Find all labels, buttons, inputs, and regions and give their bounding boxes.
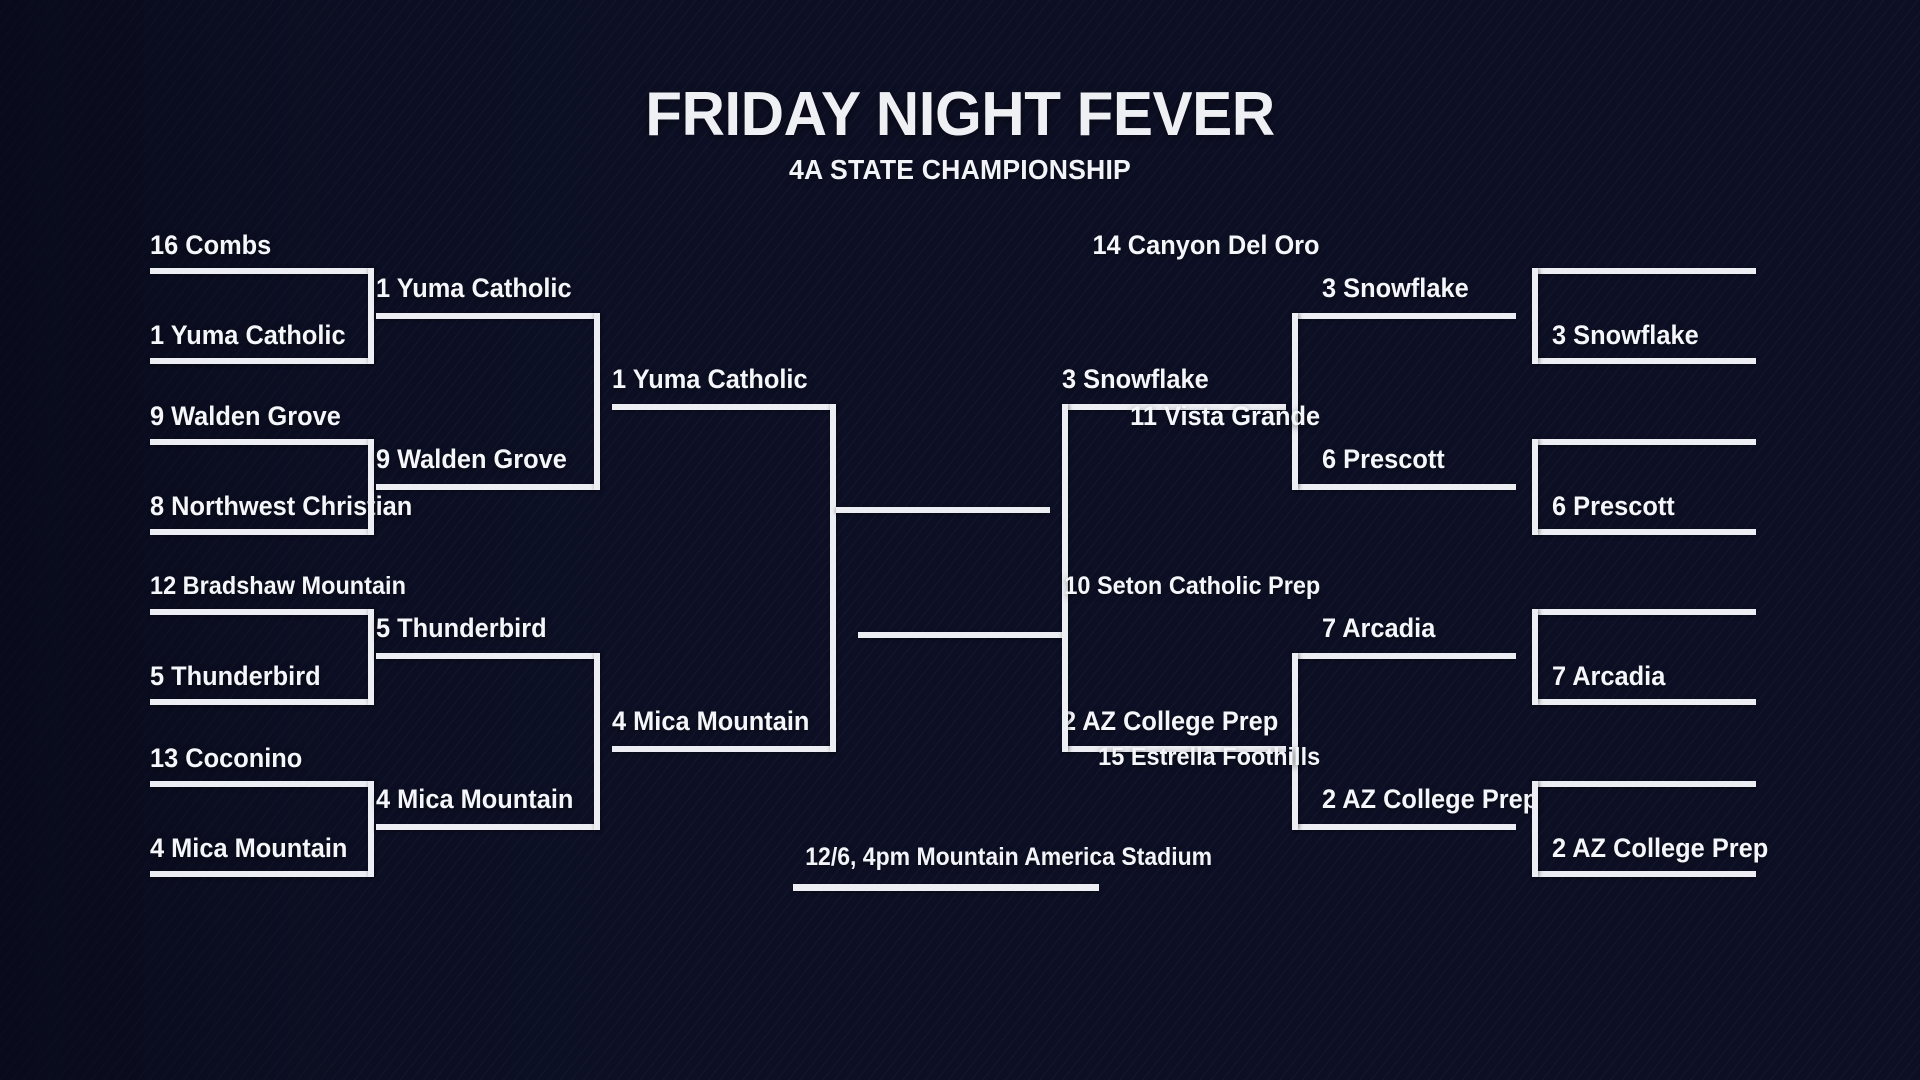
right-r1-m3-bottom-team[interactable]: 2 AZ College Prep (1552, 835, 1768, 862)
page-subtitle: 4A STATE CHAMPIONSHIP (789, 154, 1131, 185)
left-r1-m3-connector (368, 781, 374, 877)
left-r1-m0-top-team[interactable]: 16 Combs (150, 232, 271, 259)
right-r2-m0-bottom-team[interactable]: 6 Prescott (1322, 446, 1445, 473)
left-r3-top-team[interactable]: 1 Yuma Catholic (612, 366, 808, 393)
header: FRIDAY NIGHT FEVER 4A STATE CHAMPIONSHIP (0, 84, 1920, 184)
right-r1-m2-top-rule (1532, 609, 1756, 615)
right-r1-m1-top-rule (1532, 439, 1756, 445)
right-r1-m0-top-rule (1532, 268, 1756, 274)
right-r2-m1-top-rule (1292, 653, 1516, 659)
left-r2-m0-connector (594, 313, 600, 490)
left-r2-m1-top-rule (376, 653, 600, 659)
championship-slot-right-rule (858, 632, 1062, 638)
left-r1-m2-bottom-rule (150, 699, 374, 705)
left-r2-m0-top-rule (376, 313, 600, 319)
left-r2-m0-bottom-rule (376, 484, 600, 490)
right-r1-m0-top-team[interactable]: 14 Canyon Del Oro (1093, 232, 1320, 259)
left-r2-m1-bottom-rule (376, 824, 600, 830)
right-r1-m2-bottom-team[interactable]: 7 Arcadia (1552, 663, 1665, 690)
left-r1-m3-top-rule (150, 781, 374, 787)
left-r1-m2-top-rule (150, 609, 374, 615)
left-r1-m0-top-rule (150, 268, 374, 274)
right-r1-m2-bottom-rule (1532, 699, 1756, 705)
left-r1-m3-bottom-rule (150, 871, 374, 877)
final-game-text: 12/6, 4pm Mountain America Stadium (805, 843, 1213, 871)
right-r1-m3-bottom-rule (1532, 871, 1756, 877)
page-title: FRIDAY NIGHT FEVER (645, 80, 1275, 149)
left-r2-m1-connector (594, 653, 600, 830)
left-r1-m2-bottom-team[interactable]: 5 Thunderbird (150, 663, 321, 690)
left-r1-m2-top-team[interactable]: 12 Bradshaw Mountain (150, 574, 406, 599)
right-r2-m1-bottom-rule (1292, 824, 1516, 830)
left-r2-m1-bottom-team[interactable]: 4 Mica Mountain (376, 786, 573, 813)
right-r2-m0-top-team[interactable]: 3 Snowflake (1322, 275, 1469, 302)
left-r2-m0-top-team[interactable]: 1 Yuma Catholic (376, 275, 572, 302)
right-r1-m3-top-team[interactable]: 15 Estrella Foothills (1098, 745, 1320, 770)
right-r3-bottom-team[interactable]: 2 AZ College Prep (1062, 708, 1278, 735)
right-r1-m2-connector (1532, 609, 1538, 705)
left-r1-m2-connector (368, 609, 374, 705)
right-r2-m0-top-rule (1292, 313, 1516, 319)
right-r1-m0-bottom-rule (1532, 358, 1756, 364)
left-r1-m1-top-team[interactable]: 9 Walden Grove (150, 403, 341, 430)
left-r1-m0-bottom-rule (150, 358, 374, 364)
right-r2-m0-bottom-rule (1292, 484, 1516, 490)
right-r2-m1-top-team[interactable]: 7 Arcadia (1322, 615, 1435, 642)
left-r1-m0-connector (368, 268, 374, 364)
right-r1-m2-top-team[interactable]: 10 Seton Catholic Prep (1064, 574, 1320, 599)
championship-slot-left-rule (836, 507, 1050, 513)
right-r2-m1-bottom-team[interactable]: 2 AZ College Prep (1322, 786, 1538, 813)
left-r1-m1-bottom-rule (150, 529, 374, 535)
right-r1-m0-bottom-team[interactable]: 3 Snowflake (1552, 322, 1699, 349)
right-r3-top-team[interactable]: 3 Snowflake (1062, 366, 1209, 393)
left-r1-m3-bottom-team[interactable]: 4 Mica Mountain (150, 835, 347, 862)
right-r1-m3-top-rule (1532, 781, 1756, 787)
right-r1-m3-connector (1532, 781, 1538, 877)
final-game-rule (793, 884, 1099, 891)
left-r1-m3-top-team[interactable]: 13 Coconino (150, 745, 302, 772)
right-r1-m0-connector (1532, 268, 1538, 364)
left-r3-top-rule (612, 404, 836, 410)
right-r1-m1-top-team[interactable]: 11 Vista Grande (1130, 403, 1320, 430)
right-r2-m1-connector (1292, 653, 1298, 830)
right-r1-m1-bottom-team[interactable]: 6 Prescott (1552, 493, 1675, 520)
final-game-info: 12/6, 4pm Mountain America Stadium (793, 843, 1213, 891)
bracket-graphic: FRIDAY NIGHT FEVER 4A STATE CHAMPIONSHIP… (0, 0, 1920, 1080)
left-r1-m1-top-rule (150, 439, 374, 445)
left-r1-m1-connector (368, 439, 374, 535)
left-r3-bottom-team[interactable]: 4 Mica Mountain (612, 708, 809, 735)
left-r3-connector (830, 404, 836, 752)
left-r3-bottom-rule (612, 746, 836, 752)
right-r1-m1-connector (1532, 439, 1538, 535)
left-r2-m1-top-team[interactable]: 5 Thunderbird (376, 615, 547, 642)
left-r1-m0-bottom-team[interactable]: 1 Yuma Catholic (150, 322, 346, 349)
right-r1-m1-bottom-rule (1532, 529, 1756, 535)
left-r2-m0-bottom-team[interactable]: 9 Walden Grove (376, 446, 567, 473)
